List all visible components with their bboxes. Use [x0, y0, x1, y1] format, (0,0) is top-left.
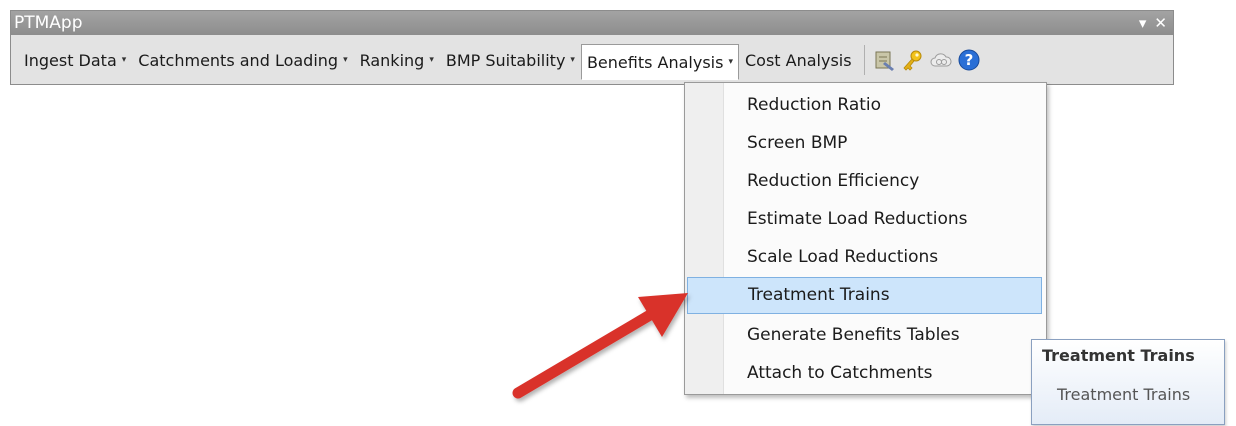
menu-item-attach-to-catchments[interactable]: Attach to Catchments	[687, 355, 1042, 392]
menu-label: Catchments and Loading	[138, 50, 339, 70]
menu-item-screen-bmp[interactable]: Screen BMP	[687, 125, 1042, 162]
menu-label: Ingest Data	[24, 50, 117, 70]
dropdown-options-icon[interactable]: ▾	[1139, 11, 1147, 35]
menubar: Ingest Data ▾ Catchments and Loading ▾ R…	[11, 36, 1173, 84]
menu-cost-analysis[interactable]: Cost Analysis	[739, 44, 858, 76]
menu-bmp-suitability[interactable]: BMP Suitability ▾	[440, 44, 581, 76]
chevron-down-icon: ▾	[343, 55, 348, 65]
tooltip: Treatment Trains Treatment Trains	[1031, 339, 1225, 425]
window-title: PTMApp	[14, 13, 83, 33]
cloud-icon[interactable]	[927, 45, 955, 75]
toolbar-titlebar: PTMApp ▾ ✕	[11, 11, 1173, 35]
menu-ranking[interactable]: Ranking ▾	[354, 44, 440, 76]
menu-catchments-and-loading[interactable]: Catchments and Loading ▾	[132, 44, 353, 76]
menu-label: Benefits Analysis	[586, 52, 724, 72]
menu-label: Ranking	[359, 50, 425, 70]
toolbox-icon[interactable]	[871, 45, 899, 75]
toolbar-separator	[863, 45, 865, 75]
tooltip-body: Treatment Trains	[1057, 385, 1191, 404]
benefits-analysis-dropdown-menu: Reduction Ratio Screen BMP Reduction Eff…	[684, 82, 1047, 395]
chevron-down-icon: ▾	[121, 55, 127, 65]
menu-item-treatment-trains[interactable]: Treatment Trains	[687, 277, 1042, 314]
menu-label: BMP Suitability	[445, 50, 566, 70]
ptmapp-toolbar-window: PTMApp ▾ ✕ Ingest Data ▾ Catchments and …	[10, 10, 1174, 85]
menu-label: Cost Analysis	[744, 50, 852, 70]
menu-item-generate-benefits-tables[interactable]: Generate Benefits Tables	[687, 317, 1042, 354]
key-icon[interactable]	[899, 45, 927, 75]
menu-item-reduction-ratio[interactable]: Reduction Ratio	[687, 87, 1042, 124]
menu-item-estimate-load-reductions[interactable]: Estimate Load Reductions	[687, 201, 1042, 238]
chevron-down-icon: ▾	[429, 55, 434, 65]
menu-benefits-analysis[interactable]: Benefits Analysis ▾	[580, 44, 739, 80]
chevron-down-icon: ▾	[570, 55, 575, 65]
titlebar-controls: ▾ ✕	[1139, 11, 1167, 35]
menu-item-scale-load-reductions[interactable]: Scale Load Reductions	[687, 239, 1042, 276]
chevron-down-icon: ▾	[728, 57, 733, 67]
close-icon[interactable]: ✕	[1154, 11, 1167, 35]
tooltip-title: Treatment Trains	[1042, 346, 1195, 365]
svg-text:?: ?	[964, 51, 973, 69]
menu-ingest-data[interactable]: Ingest Data ▾	[18, 44, 132, 76]
red-arrow-icon	[512, 293, 688, 399]
menu-item-reduction-efficiency[interactable]: Reduction Efficiency	[687, 163, 1042, 200]
help-icon[interactable]: ?	[955, 45, 983, 75]
